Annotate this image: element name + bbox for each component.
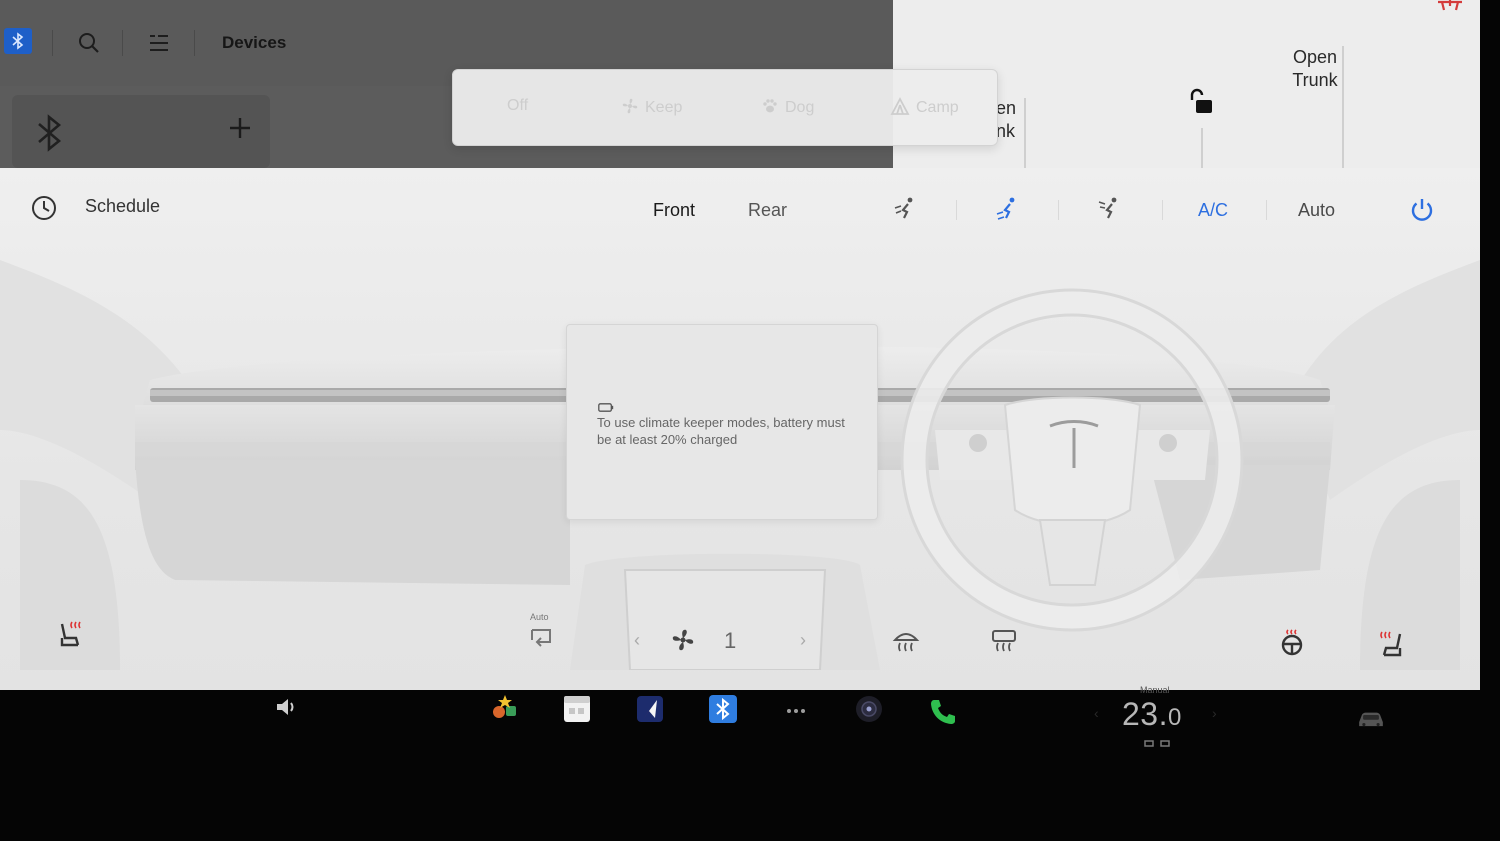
toolbar-divider <box>194 30 195 56</box>
keeper-off-option[interactable]: Off <box>507 97 528 115</box>
keeper-option-label: Off <box>507 97 529 114</box>
car-alert-icon[interactable] <box>1434 0 1466 19</box>
temperature-decimal: 0 <box>1167 704 1182 731</box>
keeper-keep-option[interactable]: Keep <box>621 97 682 119</box>
airflow-separator <box>1162 200 1163 220</box>
auto-button[interactable]: Auto <box>1298 200 1335 221</box>
paw-icon <box>761 97 779 119</box>
trunk-divider <box>1342 46 1344 168</box>
fan-speed-value: 1 <box>724 628 737 653</box>
tent-icon <box>890 97 910 119</box>
temperature-mode-label: Manual <box>1140 685 1170 695</box>
temperature-increase-button[interactable]: › <box>1212 705 1217 721</box>
airflow-separator <box>1058 200 1059 220</box>
airflow-feet-icon[interactable] <box>995 196 1021 222</box>
temperature-whole: 23. <box>1122 696 1168 732</box>
front-defrost-icon[interactable] <box>892 628 920 659</box>
steering-wheel-heater-icon[interactable] <box>1278 628 1306 661</box>
keeper-camp-option[interactable]: Camp <box>890 97 959 119</box>
calendar-icon[interactable] <box>562 694 592 724</box>
recirculate-icon[interactable] <box>528 626 556 655</box>
keeper-battery-message: To use climate keeper modes, battery mus… <box>597 415 845 447</box>
keeper-option-label: Keep <box>645 99 683 116</box>
cabin-temperature-value[interactable]: 23.0 <box>1122 696 1182 733</box>
keeper-dog-option[interactable]: Dog <box>761 97 814 119</box>
list-icon[interactable] <box>144 28 174 58</box>
keeper-option-label: Camp <box>916 99 959 116</box>
airflow-separator <box>956 200 957 220</box>
tab-rear[interactable]: Rear <box>748 200 787 221</box>
fan-decrease-button[interactable]: ‹ <box>634 630 640 651</box>
open-frunk-button[interactable]: en nk <box>996 97 1016 143</box>
ac-button[interactable]: A/C <box>1198 200 1228 221</box>
driver-seat-heater-icon[interactable] <box>56 620 86 653</box>
devices-title: Devices <box>222 33 287 52</box>
ac-separator <box>1266 200 1267 220</box>
toolbar-divider <box>122 30 123 56</box>
schedule-button[interactable]: Schedule <box>85 196 160 217</box>
navigation-icon[interactable] <box>635 694 665 724</box>
toybox-icon[interactable] <box>490 692 520 722</box>
phone-icon[interactable] <box>928 696 958 726</box>
open-trunk-button[interactable]: Open Trunk <box>1280 46 1350 92</box>
car-icon[interactable] <box>1356 704 1386 734</box>
temperature-decrease-button[interactable]: ‹ <box>1094 705 1099 721</box>
bluetooth-icon[interactable] <box>4 28 32 54</box>
add-device-button[interactable] <box>226 116 254 144</box>
lock-divider <box>1201 128 1203 168</box>
fan-icon <box>621 97 639 119</box>
rear-defrost-icon[interactable] <box>990 628 1018 659</box>
fan-icon <box>670 627 696 658</box>
passenger-seat-heater-icon[interactable] <box>1376 630 1406 663</box>
keeper-option-label: Dog <box>785 99 815 116</box>
touchscreen: Devices en nk Open Trunk Schedule Front … <box>0 0 1480 690</box>
camera-icon[interactable] <box>854 694 884 724</box>
frunk-divider <box>1024 98 1026 168</box>
bluetooth-icon <box>36 114 64 157</box>
recirculate-mode-label: Auto <box>530 612 549 622</box>
tab-front[interactable]: Front <box>653 200 695 221</box>
search-icon[interactable] <box>74 28 104 58</box>
volume-icon[interactable] <box>272 692 302 722</box>
airflow-windshield-icon[interactable] <box>1097 196 1123 222</box>
clock-icon[interactable] <box>30 194 58 227</box>
power-icon[interactable] <box>1408 196 1436 229</box>
more-icon[interactable] <box>781 696 811 726</box>
bluetooth-icon[interactable] <box>708 694 738 724</box>
unlocked-padlock-icon[interactable] <box>1187 88 1215 121</box>
airflow-face-icon[interactable] <box>893 196 919 222</box>
seat-indicator-icon <box>1142 736 1174 754</box>
bottom-dock <box>0 690 1500 841</box>
toolbar-divider <box>52 30 53 56</box>
fan-increase-button[interactable]: › <box>800 630 806 651</box>
